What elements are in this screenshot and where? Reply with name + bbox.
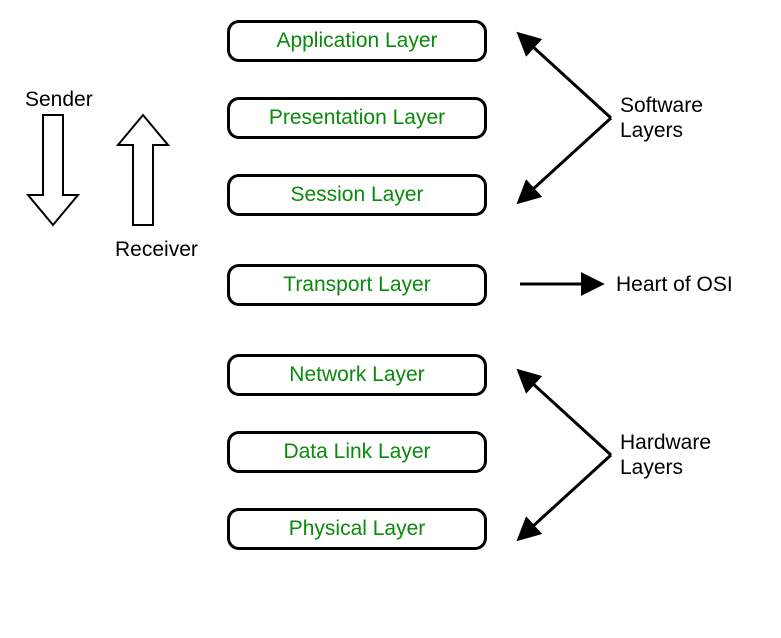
layer-physical: Physical Layer bbox=[227, 508, 487, 550]
label-hardware-layers-word: Layers bbox=[620, 456, 683, 479]
hardware-bracket-icon bbox=[520, 372, 611, 538]
layer-presentation: Presentation Layer bbox=[227, 97, 487, 139]
layer-datalink: Data Link Layer bbox=[227, 431, 487, 473]
label-software-layers: Software Layers bbox=[620, 93, 703, 143]
label-receiver: Receiver bbox=[115, 237, 198, 262]
label-software-layers-word: Layers bbox=[620, 119, 683, 142]
label-software-word: Software bbox=[620, 94, 703, 117]
label-heart-of-osi: Heart of OSI bbox=[616, 272, 733, 297]
osi-diagram: Application Layer Presentation Layer Ses… bbox=[0, 0, 781, 638]
layer-network: Network Layer bbox=[227, 354, 487, 396]
layer-transport: Transport Layer bbox=[227, 264, 487, 306]
software-bracket-icon bbox=[520, 35, 611, 201]
layer-application: Application Layer bbox=[227, 20, 487, 62]
layer-session: Session Layer bbox=[227, 174, 487, 216]
sender-arrow-icon bbox=[28, 115, 78, 225]
label-sender: Sender bbox=[25, 87, 93, 112]
label-hardware-layers: Hardware Layers bbox=[620, 430, 711, 480]
receiver-arrow-icon bbox=[118, 115, 168, 225]
label-hardware-word: Hardware bbox=[620, 431, 711, 454]
